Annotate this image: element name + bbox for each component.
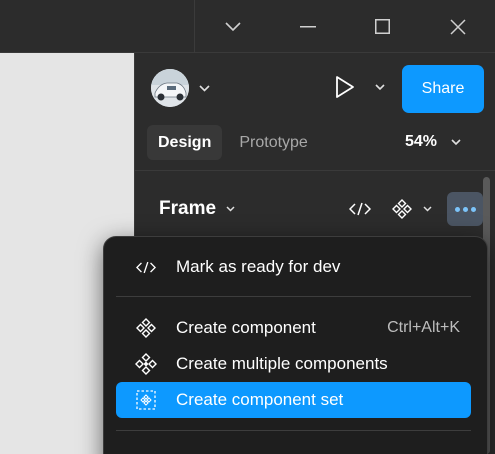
multiple-components-icon xyxy=(135,353,157,375)
more-options-button[interactable] xyxy=(447,192,483,226)
menu-item-mark-ready-for-dev[interactable]: Mark as ready for dev xyxy=(116,249,471,285)
menu-item-create-component[interactable]: Create component Ctrl+Alt+K xyxy=(116,310,471,346)
component-set-icon xyxy=(136,390,156,410)
menu-item-label: Mark as ready for dev xyxy=(176,257,341,276)
context-menu: Mark as ready for dev Create component C… xyxy=(103,236,488,454)
avatar[interactable] xyxy=(151,69,189,107)
chevron-down-icon xyxy=(451,138,461,145)
tab-design[interactable]: Design xyxy=(147,125,223,160)
chevron-down-icon xyxy=(422,206,432,212)
menu-item-shortcut: Ctrl+Alt+K xyxy=(387,319,460,336)
present-button[interactable] xyxy=(335,75,355,99)
share-button[interactable]: Share xyxy=(402,65,484,113)
frame-selector[interactable]: Frame xyxy=(159,198,235,220)
menu-item-create-multiple-components[interactable]: Create multiple components xyxy=(116,346,471,382)
panel-divider xyxy=(135,170,495,171)
chevron-down-icon xyxy=(375,83,385,90)
frame-tools xyxy=(345,192,483,226)
panel-tabs: Design Prototype xyxy=(147,125,319,160)
minimize-icon xyxy=(299,25,316,27)
play-icon xyxy=(336,76,354,98)
close-icon xyxy=(449,18,466,35)
menu-separator xyxy=(116,296,471,297)
close-button[interactable] xyxy=(420,0,495,53)
dev-mode-button[interactable] xyxy=(345,202,375,216)
menu-item-label: Create component xyxy=(176,318,316,337)
title-bar xyxy=(0,0,495,53)
maximize-icon xyxy=(375,19,390,34)
chevron-down-icon xyxy=(224,21,241,31)
frame-label: Frame xyxy=(159,198,217,219)
menu-item-label: Create multiple components xyxy=(176,354,388,373)
code-icon xyxy=(349,202,371,216)
minimize-button[interactable] xyxy=(270,0,345,53)
window-menu-button[interactable] xyxy=(195,0,270,53)
zoom-value: 54% xyxy=(405,133,438,150)
more-icon xyxy=(454,206,460,212)
tab-prototype[interactable]: Prototype xyxy=(228,125,318,160)
component-button[interactable] xyxy=(387,199,417,219)
menu-item-create-component-set[interactable]: Create component set xyxy=(116,382,471,418)
chevron-down-icon xyxy=(199,84,210,92)
component-options-button[interactable] xyxy=(417,206,437,212)
present-options-button[interactable] xyxy=(375,83,385,91)
zoom-control[interactable]: 54% xyxy=(405,133,461,151)
component-icon xyxy=(136,318,156,338)
maximize-button[interactable] xyxy=(345,0,420,53)
user-menu[interactable] xyxy=(151,69,210,107)
present-controls xyxy=(335,75,385,99)
component-icon xyxy=(392,199,412,219)
chevron-down-icon xyxy=(226,206,235,212)
code-icon xyxy=(136,261,156,273)
menu-separator xyxy=(116,430,471,431)
menu-item-label: Create component set xyxy=(176,390,344,409)
